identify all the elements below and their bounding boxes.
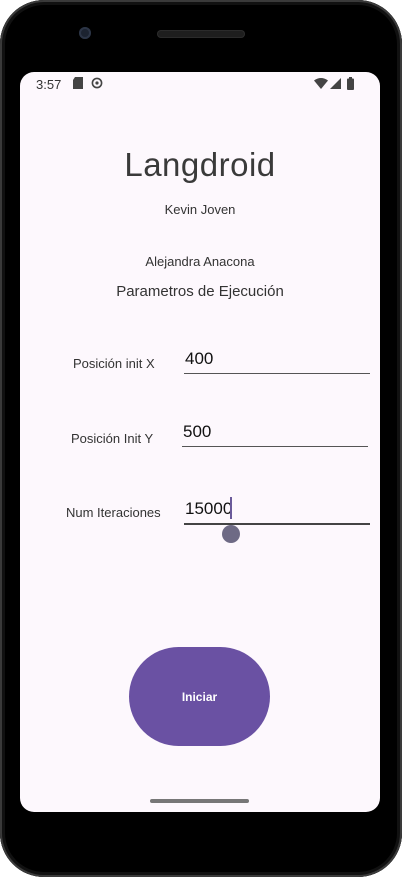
iterations-value: 15000: [185, 499, 233, 518]
cursor-drag-handle[interactable]: [222, 525, 240, 543]
pos-y-input[interactable]: 500: [182, 422, 368, 447]
pos-x-value: 400: [185, 349, 214, 368]
iterations-input[interactable]: 15000: [184, 497, 370, 525]
sd-card-icon: [73, 77, 83, 89]
author-2: Alejandra Anacona: [145, 254, 255, 269]
pos-y-label: Posición Init Y: [71, 431, 154, 446]
phone-frame: 3:57 Langdroid Kevin Joven Alejandra Ana…: [0, 0, 402, 877]
section-title: Parametros de Ejecución: [116, 283, 284, 300]
battery-icon: [347, 77, 354, 90]
app-title: Langdroid: [124, 146, 276, 183]
author-1: Kevin Joven: [164, 202, 236, 217]
start-button[interactable]: Iniciar: [129, 647, 270, 746]
front-camera: [79, 27, 91, 39]
signal-icon: [330, 78, 341, 89]
text-cursor: [230, 497, 232, 519]
app-screen: 3:57 Langdroid Kevin Joven Alejandra Ana…: [20, 72, 380, 812]
earpiece-speaker: [157, 30, 245, 38]
status-time: 3:57: [36, 77, 62, 92]
sync-icon: [91, 77, 103, 89]
status-bar: 3:57: [20, 72, 380, 96]
pos-x-label: Posición init X: [73, 356, 155, 371]
pos-x-input[interactable]: 400: [184, 349, 370, 374]
pos-y-value: 500: [183, 422, 212, 441]
gesture-nav-bar[interactable]: [150, 799, 249, 803]
wifi-icon: [314, 78, 328, 89]
iterations-label: Num Iteraciones: [66, 505, 161, 520]
